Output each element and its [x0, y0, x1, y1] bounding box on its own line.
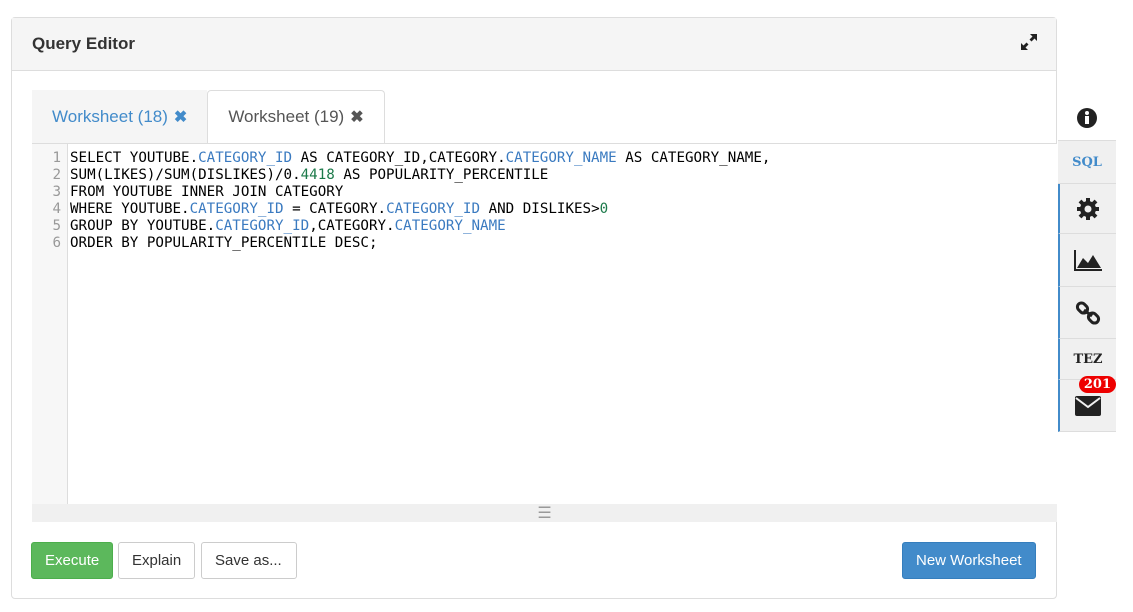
tab-worksheet-18[interactable]: Worksheet (18) ✖ — [32, 90, 208, 143]
code-token: ORDER BY POPULARITY_PERCENTILE DESC; — [70, 235, 378, 251]
code-token: CATEGORY_ID — [386, 201, 481, 217]
code-token: ,CATEGORY. — [309, 218, 395, 234]
worksheet-tabs: Worksheet (18) ✖ Worksheet (19) ✖ — [32, 90, 385, 143]
code-token: AS POPULARITY_PERCENTILE — [334, 167, 549, 183]
code-area[interactable]: 1 SELECT YOUTUBE.CATEGORY_ID AS CATEGORY_… — [32, 150, 770, 252]
query-editor-panel: Query Editor Worksheet (18) ✖ Worksheet (… — [11, 17, 1057, 599]
code-text: WHERE YOUTUBE.CATEGORY_ID = CATEGORY.CAT… — [65, 201, 608, 218]
mail-button[interactable]: 201 — [1058, 376, 1116, 432]
explain-button[interactable]: Explain — [118, 542, 196, 579]
gear-icon[interactable] — [1058, 184, 1116, 234]
chart-icon[interactable] — [1058, 234, 1116, 287]
code-token: = CATEGORY. — [283, 201, 387, 217]
code-token: WHERE YOUTUBE. — [70, 201, 190, 217]
line-number: 6 — [52, 235, 61, 251]
tab-label: Worksheet (18) — [52, 106, 168, 126]
code-token: SUM(LIKES)/SUM(DISLIKES)/0. — [70, 167, 301, 183]
code-token: AS CATEGORY_NAME, — [616, 150, 771, 166]
line-number: 2 — [52, 167, 61, 183]
sql-editor[interactable]: 1 SELECT YOUTUBE.CATEGORY_ID AS CATEGORY_… — [32, 143, 1057, 522]
code-token: AS CATEGORY_ID,CATEGORY. — [292, 150, 506, 166]
code-line: 1 SELECT YOUTUBE.CATEGORY_ID AS CATEGORY_… — [32, 150, 770, 167]
code-token: CATEGORY_ID — [215, 218, 310, 234]
mail-count-badge: 201 — [1078, 376, 1116, 393]
line-number: 3 — [52, 184, 61, 200]
code-line: 4 WHERE YOUTUBE.CATEGORY_ID = CATEGORY.CA… — [32, 201, 770, 218]
close-icon[interactable]: ✖ — [350, 107, 363, 127]
code-line: 2 SUM(LIKES)/SUM(DISLIKES)/0.4418 AS POPU… — [32, 167, 770, 184]
new-worksheet-button[interactable]: New Worksheet — [902, 542, 1036, 579]
code-text: GROUP BY YOUTUBE.CATEGORY_ID,CATEGORY.CA… — [65, 218, 506, 235]
code-text: SUM(LIKES)/SUM(DISLIKES)/0.4418 AS POPUL… — [65, 167, 548, 184]
side-toolbar: SQL TEZ 201 — [1058, 95, 1116, 432]
code-line: 5 GROUP BY YOUTUBE.CATEGORY_ID,CATEGORY.C… — [32, 218, 770, 235]
sql-button[interactable]: SQL — [1058, 141, 1116, 184]
code-token: AND DISLIKES> — [480, 201, 600, 217]
code-line: 3 FROM YOUTUBE INNER JOIN CATEGORY — [32, 184, 770, 201]
code-token: 0 — [599, 201, 609, 217]
tez-button[interactable]: TEZ — [1058, 339, 1116, 380]
code-token: CATEGORY_NAME — [505, 150, 617, 166]
code-line: 6 ORDER BY POPULARITY_PERCENTILE DESC; — [32, 235, 770, 252]
resize-handle[interactable]: ☰ — [32, 504, 1057, 522]
panel-title: Query Editor — [32, 34, 135, 53]
code-token: GROUP BY YOUTUBE. — [70, 218, 216, 234]
close-icon[interactable]: ✖ — [174, 107, 187, 127]
code-token: CATEGORY_NAME — [394, 218, 506, 234]
code-token: CATEGORY_ID — [189, 201, 284, 217]
code-token: 4418 — [300, 167, 335, 183]
info-icon[interactable] — [1058, 95, 1116, 141]
code-token: CATEGORY_ID — [198, 150, 293, 166]
line-number: 5 — [52, 218, 61, 234]
tab-label: Worksheet (19) — [228, 107, 345, 126]
save-as-button[interactable]: Save as... — [201, 542, 297, 579]
code-text: SELECT YOUTUBE.CATEGORY_ID AS CATEGORY_I… — [65, 150, 770, 167]
code-token: SELECT YOUTUBE. — [70, 150, 199, 166]
code-token: FROM YOUTUBE INNER JOIN CATEGORY — [70, 184, 344, 200]
code-text: FROM YOUTUBE INNER JOIN CATEGORY — [65, 184, 343, 201]
link-icon[interactable] — [1058, 287, 1116, 339]
line-number: 4 — [52, 201, 61, 217]
panel-header: Query Editor — [12, 18, 1056, 71]
expand-icon[interactable] — [1020, 33, 1038, 56]
line-number: 1 — [52, 150, 61, 166]
code-text: ORDER BY POPULARITY_PERCENTILE DESC; — [65, 235, 378, 252]
execute-button[interactable]: Execute — [31, 542, 114, 579]
tab-worksheet-19[interactable]: Worksheet (19) ✖ — [207, 90, 385, 143]
